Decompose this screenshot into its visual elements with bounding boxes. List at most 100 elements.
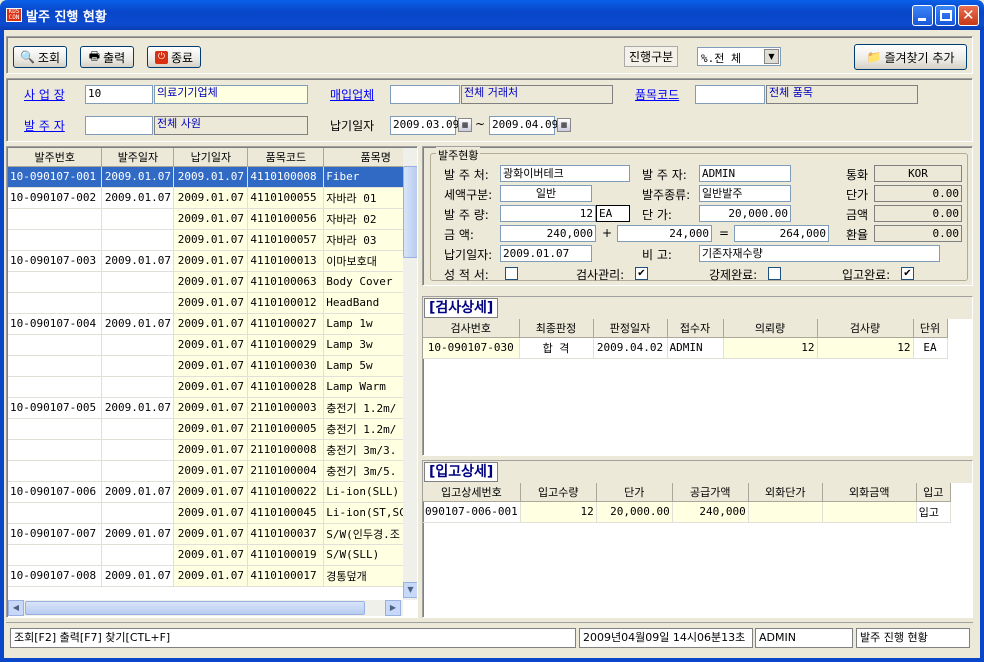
vendor-code-input[interactable]: [390, 85, 460, 104]
chevron-right-icon[interactable]: ▶: [385, 600, 401, 616]
order-date-cell: 2009.01.07: [101, 187, 175, 209]
due-date-cell: 2009.01.07: [173, 229, 249, 251]
tax-field[interactable]: 일반: [500, 185, 592, 202]
table-row[interactable]: 090107-006-001 12 20,000.00 240,000 입고: [423, 501, 951, 523]
table-row[interactable]: 2009.01.07 4110100012 HeadBand: [8, 292, 417, 314]
chevron-down-icon[interactable]: ▼: [764, 49, 779, 64]
item-code-cell: 4110100028: [247, 376, 325, 398]
vendor-link[interactable]: 매입업체: [330, 86, 374, 103]
item-code-cell: 2110100004: [247, 460, 325, 482]
vendor-field[interactable]: 광화이버테크: [500, 165, 630, 182]
col-order-date[interactable]: 발주일자: [101, 148, 175, 167]
table-row[interactable]: 10-090107-006 2009.01.07 2009.01.07 4110100…: [8, 481, 417, 503]
table-row[interactable]: 2009.01.07 4110100029 Lamp 3w: [8, 334, 417, 356]
folder-star-icon: 📁: [866, 50, 882, 64]
order-date-cell: 2009.01.07: [101, 565, 175, 587]
due-date-cell: 2009.01.07: [173, 502, 249, 524]
table-row[interactable]: 2009.01.07 4110100030 Lamp 5w: [8, 355, 417, 377]
item-link[interactable]: 품목코드: [635, 86, 679, 103]
table-row[interactable]: 10-090107-030 합 격 2009.04.02 ADMIN 12 12…: [423, 337, 948, 359]
query-button[interactable]: 🔍 조회: [13, 46, 67, 68]
inspection-checkbox[interactable]: ✔: [635, 267, 648, 280]
table-row[interactable]: 10-090107-003 2009.01.07 2009.01.07 4110100…: [8, 250, 417, 272]
table-row[interactable]: 10-090107-004 2009.01.07 2009.01.07 4110100…: [8, 313, 417, 335]
table-row[interactable]: 2009.01.07 4110100028 Lamp Warm: [8, 376, 417, 398]
qty-field[interactable]: 12: [500, 205, 596, 222]
qty-unit-field[interactable]: EA: [596, 205, 630, 222]
search-icon: 🔍: [19, 50, 35, 64]
total-amount-field[interactable]: 264,000: [734, 225, 829, 242]
table-row[interactable]: 2009.01.07 4110100019 S/W(SLL): [8, 544, 417, 566]
print-button[interactable]: 🖶 출력: [80, 46, 134, 68]
table-row[interactable]: 10-090107-002 2009.01.07 2009.01.07 4110100…: [8, 187, 417, 209]
cert-checkbox[interactable]: [505, 267, 518, 280]
order-date-cell: 2009.01.07: [101, 166, 175, 188]
tax-amount-field[interactable]: 24,000: [617, 225, 712, 242]
table-row[interactable]: 2009.01.07 2110100004 충전기 3m/5.: [8, 460, 417, 482]
order-list-grid[interactable]: 발주번호 발주일자 납기일자 품목코드 품목명 10-090107-001 200…: [6, 146, 418, 618]
item-code-cell: 4110100027: [247, 313, 325, 335]
col-item-code[interactable]: 품목코드: [247, 148, 325, 167]
orderer-field[interactable]: ADMIN: [699, 165, 791, 182]
exit-icon: ⏻: [154, 50, 168, 64]
maximize-button[interactable]: [935, 5, 956, 26]
orderer-code-input[interactable]: [85, 116, 153, 135]
calendar-icon[interactable]: ▦: [458, 118, 472, 132]
order-date-cell: 2009.01.07: [101, 397, 175, 419]
table-row[interactable]: 10-090107-001 2009.01.07 2009.01.07 4110100…: [8, 166, 417, 188]
chevron-left-icon[interactable]: ◀: [8, 600, 24, 616]
due-date-cell: 2009.01.07: [173, 166, 249, 188]
orderer-link[interactable]: 발 주 자: [24, 117, 65, 134]
detail-due-field[interactable]: 2009.01.07: [500, 245, 592, 262]
table-row[interactable]: 2009.01.07 4110100045 Li-ion(ST,SC: [8, 502, 417, 524]
vertical-scrollbar[interactable]: ▼: [403, 148, 417, 600]
orderer-name-field: 전체 사원: [154, 116, 308, 135]
supply-amount-field[interactable]: 240,000: [500, 225, 596, 242]
due-date-cell: 2009.01.07: [173, 460, 249, 482]
close-button[interactable]: ✕: [958, 5, 979, 26]
receiving-complete-checkbox[interactable]: ✔: [901, 267, 914, 280]
order-no-cell: 10-090107-004: [8, 313, 103, 335]
table-row[interactable]: 2009.01.07 2110100008 충전기 3m/3.: [8, 439, 417, 461]
due-label: 납기일자: [330, 119, 375, 133]
item-code-cell: 4110100056: [247, 208, 325, 230]
table-row[interactable]: 10-090107-005 2009.01.07 2009.01.07 2110100…: [8, 397, 417, 419]
col-due-date[interactable]: 납기일자: [173, 148, 249, 167]
add-favorite-button[interactable]: 📁 즐겨찾기 추가: [854, 44, 967, 70]
due-date-cell: 2009.01.07: [173, 418, 249, 440]
forced-complete-checkbox[interactable]: [768, 267, 781, 280]
progress-select[interactable]: %.전 체 ▼: [697, 47, 781, 66]
title-bar[interactable]: [0, 0, 984, 30]
table-row[interactable]: 10-090107-008 2009.01.07 2009.01.07 4110100…: [8, 565, 417, 587]
table-row[interactable]: 2009.01.07 4110100056 자바라 02: [8, 208, 417, 230]
fx-unit-price-field: 0.00: [874, 185, 962, 202]
item-code-input[interactable]: [695, 85, 765, 104]
order-date-cell: [101, 418, 175, 440]
price-field[interactable]: 20,000.00: [699, 205, 791, 222]
item-code-cell: 4110100013: [247, 250, 325, 272]
chevron-down-icon[interactable]: ▼: [403, 582, 417, 598]
due-from-input[interactable]: 2009.03.09: [390, 116, 459, 135]
order-date-cell: [101, 334, 175, 356]
printer-icon: 🖶: [88, 48, 101, 63]
item-code-cell: 4110100019: [247, 544, 325, 566]
order-date-cell: [101, 355, 175, 377]
exit-button[interactable]: ⏻ 종료: [147, 46, 201, 68]
progress-label: 진행구분: [624, 46, 679, 67]
horizontal-scrollbar[interactable]: ◀ ▶: [8, 600, 403, 616]
table-row[interactable]: 2009.01.07 4110100063 Body Cover: [8, 271, 417, 293]
due-date-cell: 2009.01.07: [173, 565, 249, 587]
calendar-icon[interactable]: ▦: [557, 118, 571, 132]
table-row[interactable]: 10-090107-007 2009.01.07 2009.01.07 4110100…: [8, 523, 417, 545]
table-row[interactable]: 2009.01.07 4110100057 자바라 03: [8, 229, 417, 251]
due-to-input[interactable]: 2009.04.09: [489, 116, 558, 135]
biz-code-input[interactable]: 10: [85, 85, 153, 104]
minimize-button[interactable]: [912, 5, 933, 26]
due-date-cell: 2009.01.07: [173, 250, 249, 272]
order-date-cell: 2009.01.07: [101, 481, 175, 503]
note-field[interactable]: 기존자재수량: [699, 245, 940, 262]
order-kind-field[interactable]: 일반발주: [699, 185, 791, 202]
col-order-no[interactable]: 발주번호: [8, 148, 103, 167]
table-row[interactable]: 2009.01.07 2110100005 충전기 1.2m/: [8, 418, 417, 440]
biz-link[interactable]: 사 업 장: [24, 86, 65, 103]
